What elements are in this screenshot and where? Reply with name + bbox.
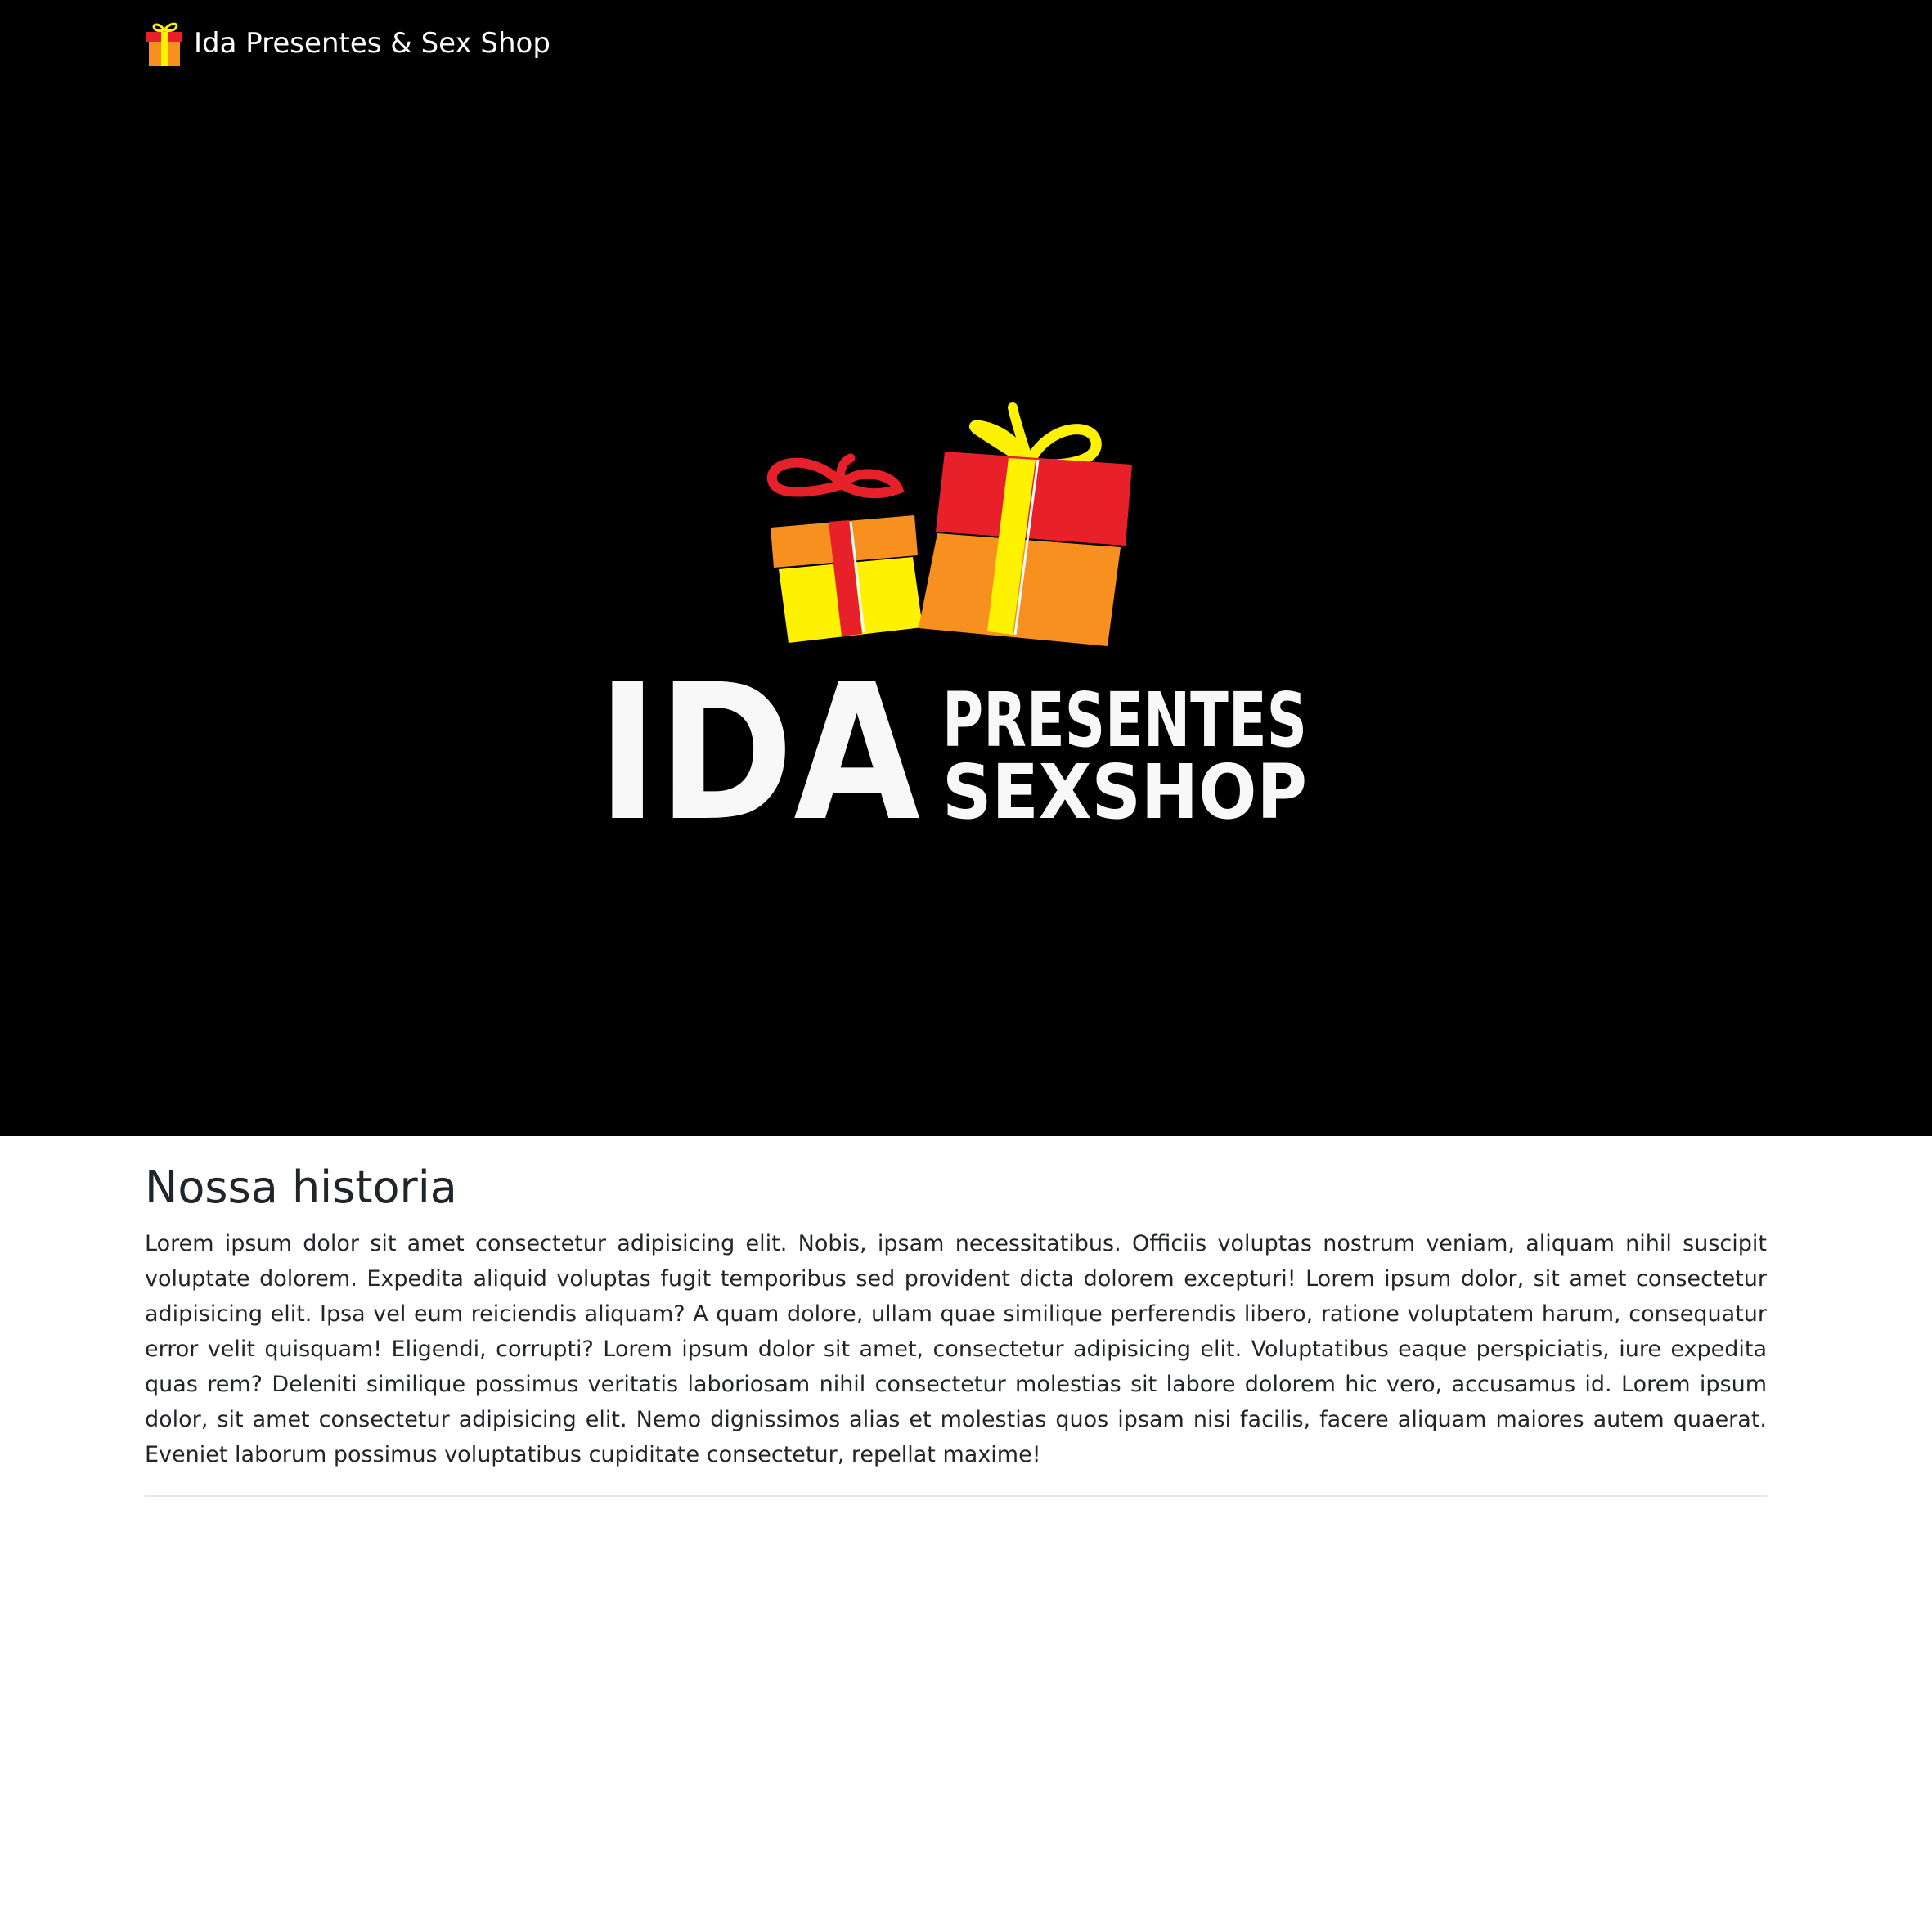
logo-line2: SEXSHOP <box>942 748 1307 834</box>
big-gift-icon <box>919 402 1132 646</box>
page: Ida Presentes & Sex Shop IDA PRESENTES S… <box>0 0 1932 1932</box>
brand-name: Ida Presentes & Sex Shop <box>194 27 550 60</box>
hero-banner: Ida Presentes & Sex Shop IDA PRESENTES S… <box>0 0 1932 1136</box>
gift-icon <box>146 22 182 66</box>
navbar: Ida Presentes & Sex Shop <box>145 15 550 72</box>
section-title: Nossa historia <box>145 1161 457 1213</box>
brand-link[interactable]: Ida Presentes & Sex Shop <box>145 19 550 68</box>
logo-main-word: IDA <box>597 645 920 834</box>
small-gift-icon <box>766 453 923 643</box>
gift-boxes-icon: IDA PRESENTES SEXSHOP <box>597 402 1307 863</box>
hero-logo: IDA PRESENTES SEXSHOP <box>589 393 1325 863</box>
about-section: Nossa historia Lorem ipsum dolor sit ame… <box>145 1161 1767 1503</box>
divider <box>145 1494 1767 1497</box>
section-body: Lorem ipsum dolor sit amet consectetur a… <box>145 1230 1767 1467</box>
